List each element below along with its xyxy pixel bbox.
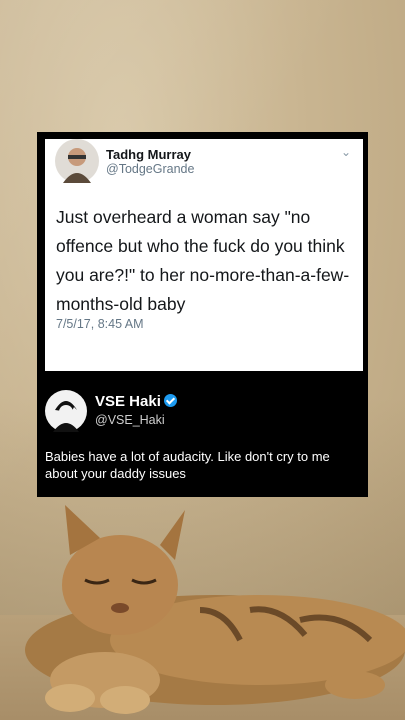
chevron-down-icon[interactable]: ⌄ <box>341 145 351 159</box>
author-handle[interactable]: @TodgeGrande <box>106 162 194 176</box>
tweet-text: Just overheard a woman say "no offence b… <box>56 207 350 314</box>
original-tweet[interactable]: Tadhg Murray @TodgeGrande ⌄ Just overhea… <box>45 139 363 371</box>
reply-author-name[interactable]: VSE Haki <box>95 393 161 410</box>
verified-badge-icon <box>164 394 177 407</box>
tweet-timestamp[interactable]: 7/5/17, 8:45 AM <box>56 317 144 331</box>
reply-text: Babies have a lot of audacity. Like don'… <box>45 449 330 481</box>
avatar[interactable] <box>55 139 99 183</box>
cat-image <box>25 505 405 714</box>
author-name[interactable]: Tadhg Murray <box>106 147 191 162</box>
reply-author-handle[interactable]: @VSE_Haki <box>95 413 165 427</box>
reply-avatar[interactable] <box>45 390 87 432</box>
